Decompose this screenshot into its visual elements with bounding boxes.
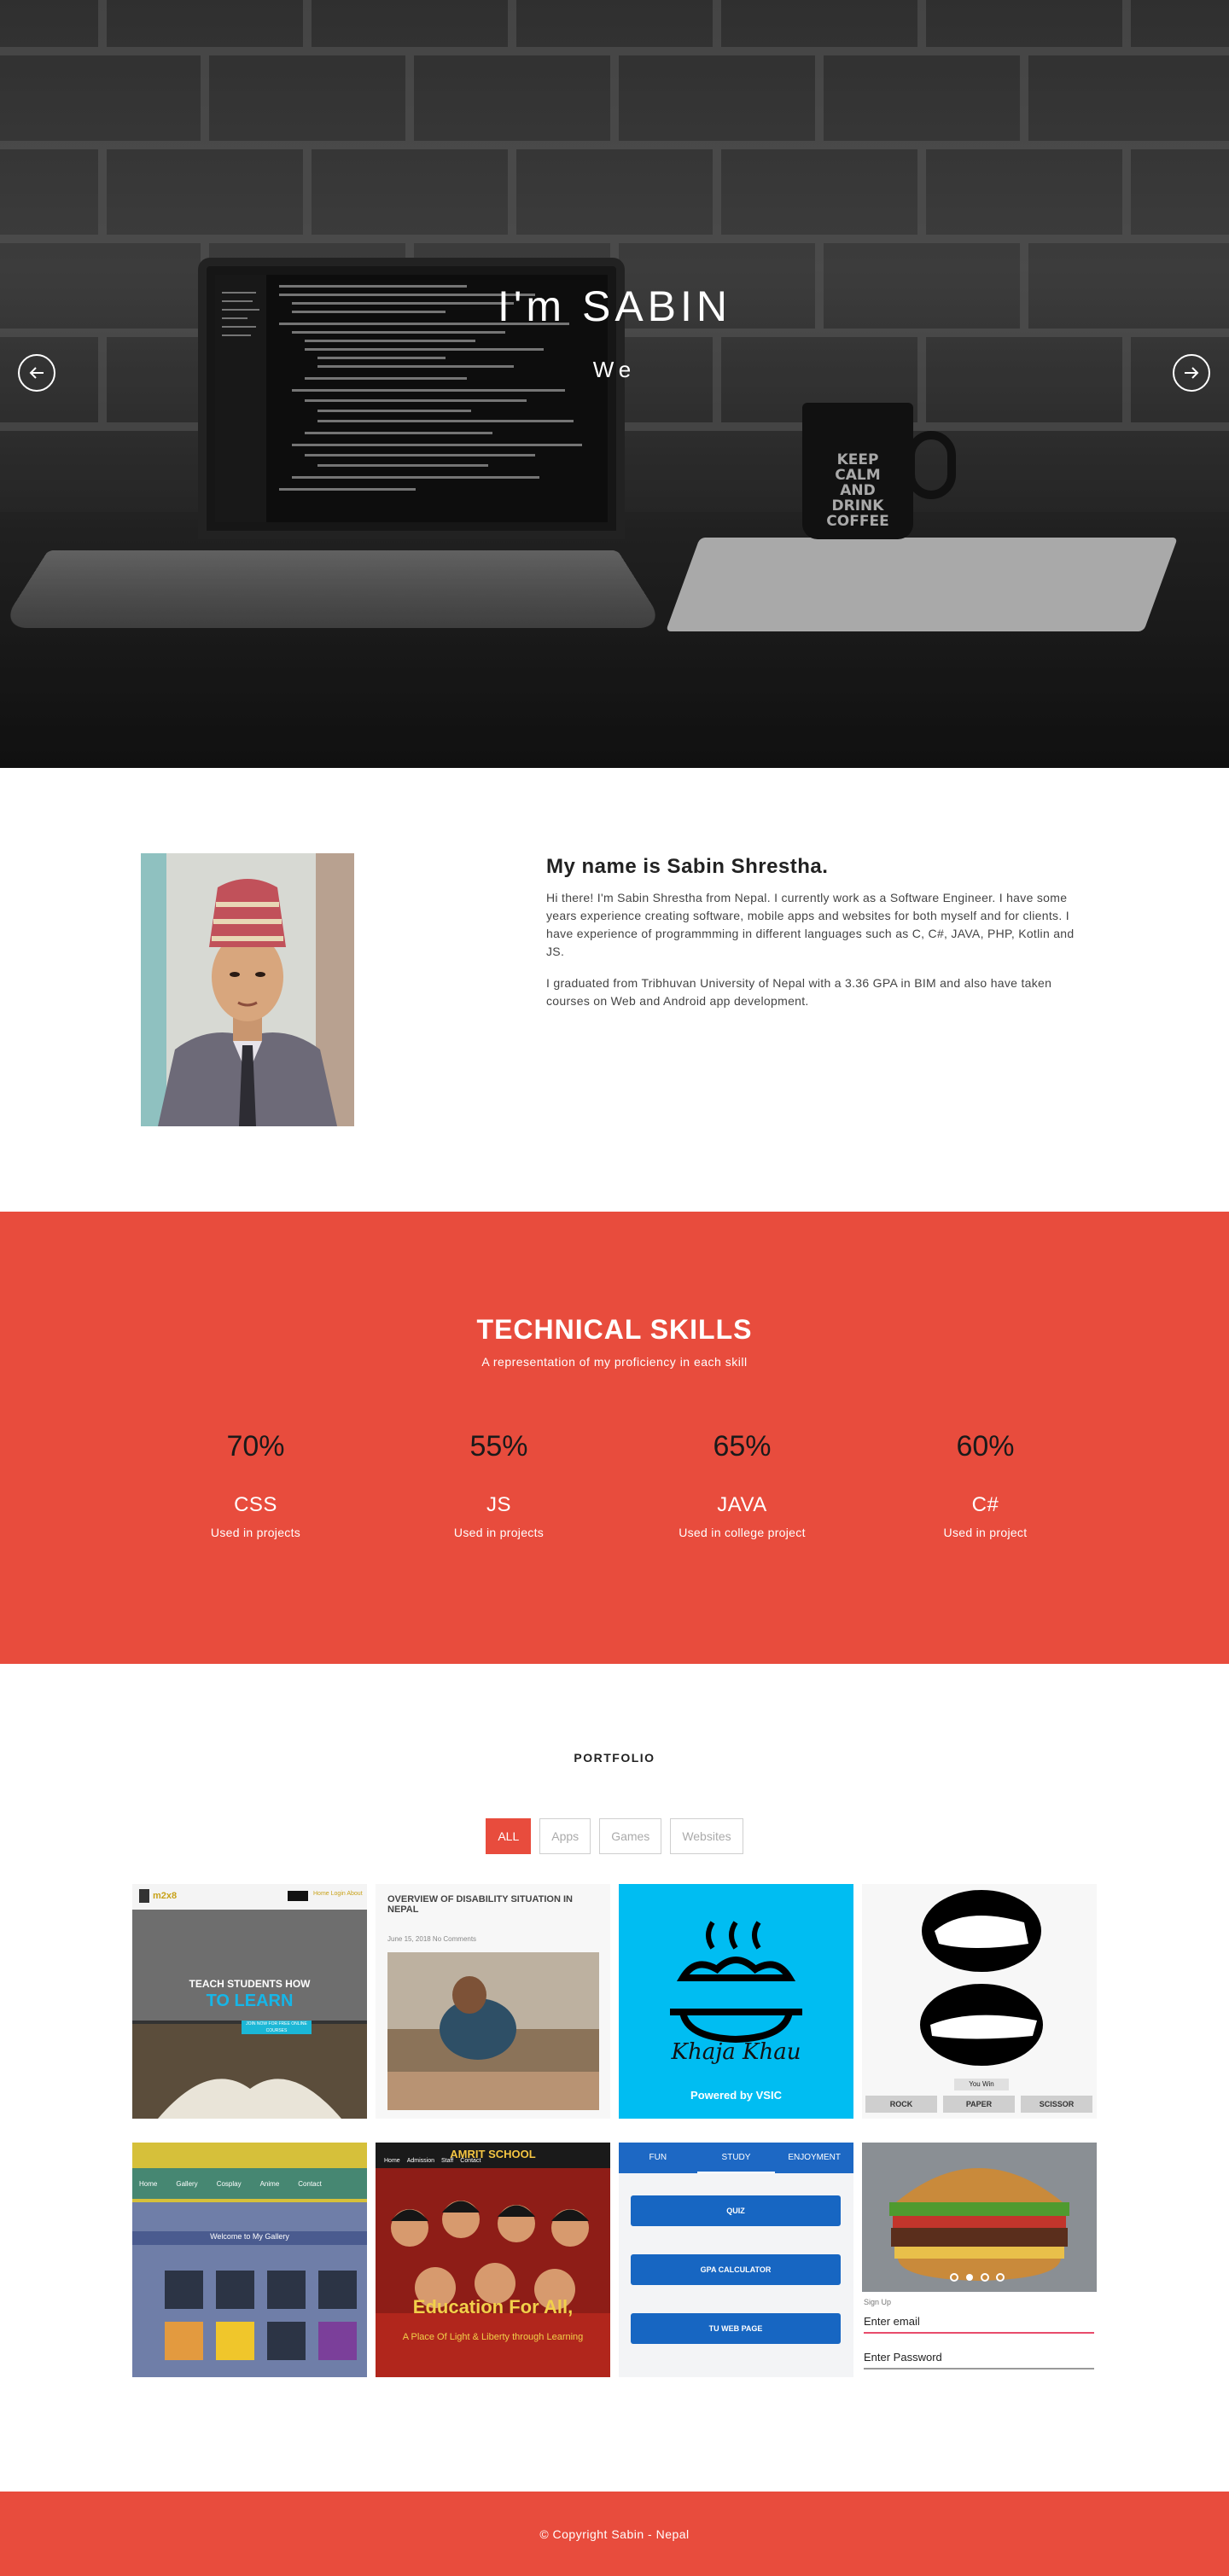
skill-percent: 70% — [226, 1430, 285, 1462]
gpa-calculator-button: GPA CALCULATOR — [631, 2254, 841, 2285]
skill-name: C# — [971, 1493, 999, 1516]
skill-css: 70% CSS Used in projects — [134, 1416, 377, 1539]
paper-button: PAPER — [943, 2096, 1015, 2113]
tile-headline: Education For All, — [412, 2296, 574, 2317]
tile-meta: June 15, 2018 No Comments — [387, 1935, 477, 1943]
hero-carousel: KEEP CALM AND DRINK COFFEE I'm SABIN We — [0, 0, 1229, 768]
portfolio-item-khaja-khau[interactable]: Khaja Khau Powered by VSIC — [619, 1884, 853, 2119]
burger-image — [862, 2143, 1097, 2292]
tile-tagline: Powered by VSIC — [690, 2089, 782, 2102]
skills-section: TECHNICAL SKILLS A representation of my … — [0, 1212, 1229, 1664]
skill-description: Used in projects — [210, 1526, 301, 1539]
skill-percent: 55% — [469, 1430, 528, 1462]
tile-brand: Khaja Khau — [671, 2039, 801, 2065]
about-heading: My name is Sabin Shrestha. — [546, 855, 829, 878]
tile-banner: Welcome to My Gallery — [210, 2232, 289, 2241]
tile-nav: Home Login About — [313, 1891, 363, 1897]
footer: © Copyright Sabin - Nepal — [0, 2492, 1229, 2576]
portfolio-item-learning-site[interactable]: m2x8 Home Login About TEACH STUDENTS HOW… — [132, 1884, 367, 2119]
portfolio-filters: ALL Apps Games Websites — [0, 1818, 1229, 1854]
hero-title: I'm SABIN — [497, 282, 732, 330]
quiz-button: QUIZ — [631, 2195, 841, 2226]
skill-description: Used in project — [943, 1526, 1028, 1539]
portfolio-title: PORTFOLIO — [574, 1751, 655, 1765]
skill-js: 55% JS Used in projects — [377, 1416, 620, 1539]
tile-email-field: Enter email — [864, 2315, 1094, 2334]
skills-title: TECHNICAL SKILLS — [476, 1314, 753, 1345]
about-text: My name is Sabin Shrestha. Hi there! I'm… — [546, 855, 1088, 1024]
tile-headline: TEACH STUDENTS HOW — [189, 1978, 311, 1990]
portfolio-item-amrit-school[interactable]: AMRIT SCHOOL Home Admission Staff Contact E… — [376, 2143, 610, 2377]
skills-subtitle: A representation of my proficiency in ea… — [481, 1355, 748, 1369]
arrow-right-circle-icon — [1185, 367, 1199, 379]
tu-web-page-button: TU WEB PAGE — [631, 2313, 841, 2344]
tile-logo: m2x8 — [153, 1891, 178, 1901]
hero-overlay — [0, 0, 1229, 768]
filter-games[interactable]: Games — [599, 1818, 662, 1854]
tile-tagline: A Place Of Light & Liberty through Learn… — [402, 2332, 584, 2342]
filter-all[interactable]: ALL — [486, 1818, 532, 1854]
tile-nav: Home Gallery Cosplay Anime Contact — [139, 2180, 322, 2188]
food-bowl-icon — [619, 1884, 853, 2119]
about-section: My name is Sabin Shrestha. Hi there! I'm… — [0, 768, 1229, 1212]
about-paragraph-1: Hi there! I'm Sabin Shrestha from Nepal.… — [546, 891, 1075, 958]
skill-name: JS — [486, 1493, 511, 1516]
skill-description: Used in projects — [453, 1526, 545, 1539]
portfolio-item-anime-gallery[interactable]: Home Gallery Cosplay Anime Contact Welcome t… — [132, 2143, 367, 2377]
copyright-text: © Copyright Sabin - Nepal — [539, 2527, 690, 2541]
hero-subtitle: We — [592, 357, 637, 382]
portfolio-item-rps-game[interactable]: You Win ROCK PAPER SCISSOR — [862, 1884, 1097, 2119]
skill-csharp: 60% C# Used in project — [864, 1416, 1107, 1539]
tile-status: You Win — [954, 2079, 1009, 2090]
skill-description: Used in college project — [679, 1526, 806, 1539]
skill-name: JAVA — [717, 1493, 767, 1516]
skill-java: 65% JAVA Used in college project — [620, 1416, 864, 1539]
arrow-left-circle-icon — [29, 367, 44, 379]
scissor-button: SCISSOR — [1021, 2096, 1092, 2113]
tile-nav: Home Admission Staff Contact — [384, 2158, 481, 2164]
app-tabs: FUN STUDY ENJOYMENT — [619, 2143, 853, 2173]
rock-button: ROCK — [865, 2096, 937, 2113]
tile-cta: JOIN NOW FOR FREE ONLINE COURSES — [242, 2021, 312, 2034]
tile-headline-2: TO LEARN — [206, 1992, 294, 2010]
filter-websites[interactable]: Websites — [670, 1818, 743, 1854]
portfolio-item-study-app[interactable]: FUN STUDY ENJOYMENT QUIZ GPA CALCULATOR … — [619, 2143, 853, 2377]
filter-apps[interactable]: Apps — [539, 1818, 591, 1854]
carousel-prev-button[interactable] — [18, 354, 55, 392]
tile-headline: OVERVIEW OF DISABILITY SITUATION IN NEPA… — [387, 1894, 573, 1915]
profile-photo — [141, 853, 354, 1126]
skill-name: CSS — [234, 1493, 277, 1516]
portfolio-item-disability-article[interactable]: OVERVIEW OF DISABILITY SITUATION IN NEPA… — [376, 1884, 610, 2119]
portfolio-item-burger-signup[interactable]: Sign Up Enter email Enter Password — [862, 2143, 1097, 2377]
skill-percent: 65% — [713, 1430, 772, 1462]
carousel-next-button[interactable] — [1173, 354, 1210, 392]
skill-percent: 60% — [956, 1430, 1015, 1462]
portfolio-section: PORTFOLIO ALL Apps Games Websites m2x8 H… — [0, 1664, 1229, 2492]
about-paragraph-2: I graduated from Tribhuvan University of… — [546, 976, 1052, 1008]
tile-password-field: Enter Password — [864, 2351, 1094, 2370]
tile-section: Sign Up — [864, 2298, 892, 2306]
